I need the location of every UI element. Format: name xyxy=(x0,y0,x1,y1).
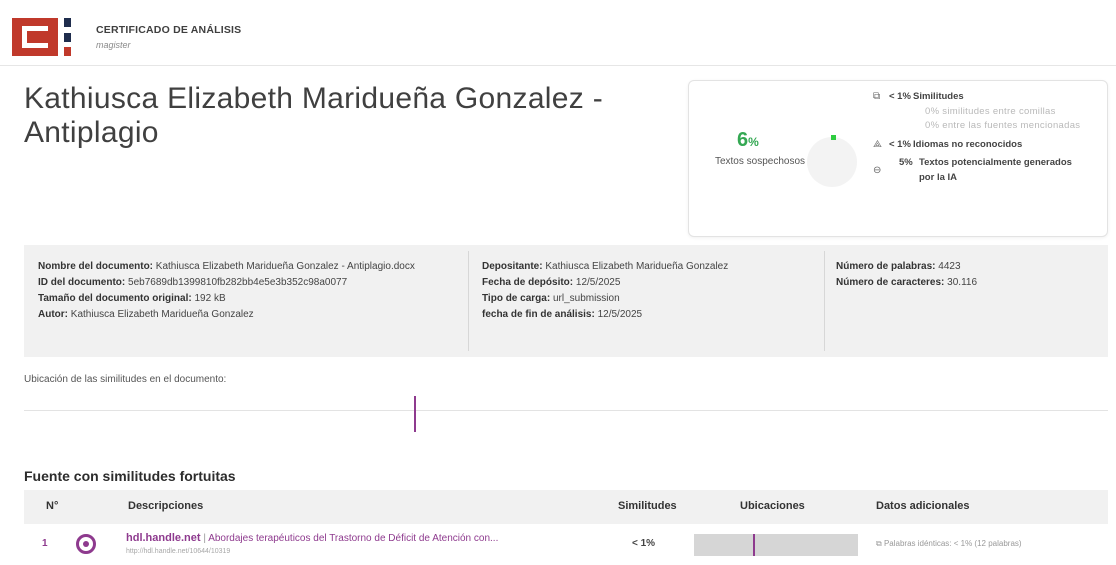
column-header-number: N° xyxy=(46,500,59,512)
document-title: Kathiusca Elizabeth Maridueña Gonzalez -… xyxy=(24,82,603,149)
compilatio-logo xyxy=(12,18,76,56)
location-label: Ubicación de las similitudes en el docum… xyxy=(24,374,227,385)
info-column-stats: Número de palabras: 4423 Número de carac… xyxy=(836,259,1096,291)
info-char-count: Número de caracteres: 30.116 xyxy=(836,277,978,288)
source-additional-data: ⧉ Palabras idénticas: < 1% (12 palabras) xyxy=(876,539,1022,548)
report-header: CERTIFICADO DE ANÁLISIS magister xyxy=(0,0,1116,66)
legend-sub-comillas: 0% similitudes entre comillas xyxy=(925,106,1056,117)
legend-sub-fuentes: 0% entre las fuentes mencionadas xyxy=(925,120,1081,131)
source-number: 1 xyxy=(42,538,48,549)
info-column-document: Nombre del documento: Kathiusca Elizabet… xyxy=(38,259,453,323)
document-info-panel: Nombre del documento: Kathiusca Elizabet… xyxy=(24,245,1108,357)
column-header-similarities: Similitudes xyxy=(618,500,677,512)
info-analysis-end-date: fecha de fin de análisis: 12/5/2025 xyxy=(482,309,643,320)
sources-table-header: N° Descripciones Similitudes Ubicaciones… xyxy=(24,490,1108,524)
source-domain-link[interactable]: hdl.handle.net xyxy=(126,532,201,544)
location-track xyxy=(24,410,1108,411)
info-deposit-date: Fecha de depósito: 12/5/2025 xyxy=(482,277,621,288)
translate-icon: ⟁ xyxy=(873,139,882,150)
location-marker[interactable] xyxy=(414,396,417,432)
info-author: Autor: Kathiusca Elizabeth Maridueña Gon… xyxy=(38,309,254,320)
legend-ia: ⊖ 5% Textos potencialmente generados por… xyxy=(873,157,1072,183)
column-header-descriptions: Descripciones xyxy=(128,500,204,512)
sources-section-title: Fuente con similitudes fortuitas xyxy=(24,468,236,484)
table-row[interactable]: 1 hdl.handle.net | Abordajes terapéutico… xyxy=(24,526,1108,564)
score-donut-segment xyxy=(831,135,836,140)
score-percent: 6% xyxy=(737,129,759,151)
info-document-id: ID del documento: 5eb7689db1399810fb282b… xyxy=(38,277,348,288)
header-subtitle: magister xyxy=(96,40,131,50)
copy-icon: ⧉ xyxy=(876,539,884,548)
info-word-count: Número de palabras: 4423 xyxy=(836,261,961,272)
info-upload-type: Tipo de carga: url_submission xyxy=(482,293,620,304)
info-depositor: Depositante: Kathiusca Elizabeth Maridue… xyxy=(482,261,729,272)
info-document-size: Tamaño del documento original: 192 kB xyxy=(38,293,226,304)
copy-icon: ⧉ xyxy=(873,91,881,102)
score-label: Textos sospechosos xyxy=(714,156,806,167)
score-legend: ⧉ < 1% Similitudes 0% similitudes entre … xyxy=(873,89,1101,185)
ai-icon: ⊖ xyxy=(873,165,882,176)
legend-similitudes: ⧉ < 1% Similitudes xyxy=(873,89,1101,105)
source-url[interactable]: http://hdl.handle.net/10644/10319 xyxy=(126,548,230,555)
source-description: hdl.handle.net | Abordajes terapéuticos … xyxy=(126,532,499,544)
source-location-marker[interactable] xyxy=(753,534,756,556)
source-location-bar xyxy=(694,534,858,556)
info-divider xyxy=(824,251,825,351)
header-title: CERTIFICADO DE ANÁLISIS xyxy=(96,24,242,36)
score-card: 6% Textos sospechosos ⧉ < 1% Similitudes… xyxy=(688,80,1108,237)
column-header-locations: Ubicaciones xyxy=(740,500,805,512)
source-title-link[interactable]: Abordajes terapéuticos del Trastorno de … xyxy=(208,533,498,544)
info-divider xyxy=(468,251,469,351)
source-similarity: < 1% xyxy=(632,538,656,549)
info-column-submission: Depositante: Kathiusca Elizabeth Maridue… xyxy=(482,259,817,323)
web-source-icon xyxy=(76,534,96,554)
score-donut-chart xyxy=(807,137,857,187)
legend-idiomas: ⟁ < 1% Idiomas no reconocidos xyxy=(873,137,1101,153)
column-header-additional-data: Datos adicionales xyxy=(876,500,970,512)
info-document-name: Nombre del documento: Kathiusca Elizabet… xyxy=(38,261,415,272)
